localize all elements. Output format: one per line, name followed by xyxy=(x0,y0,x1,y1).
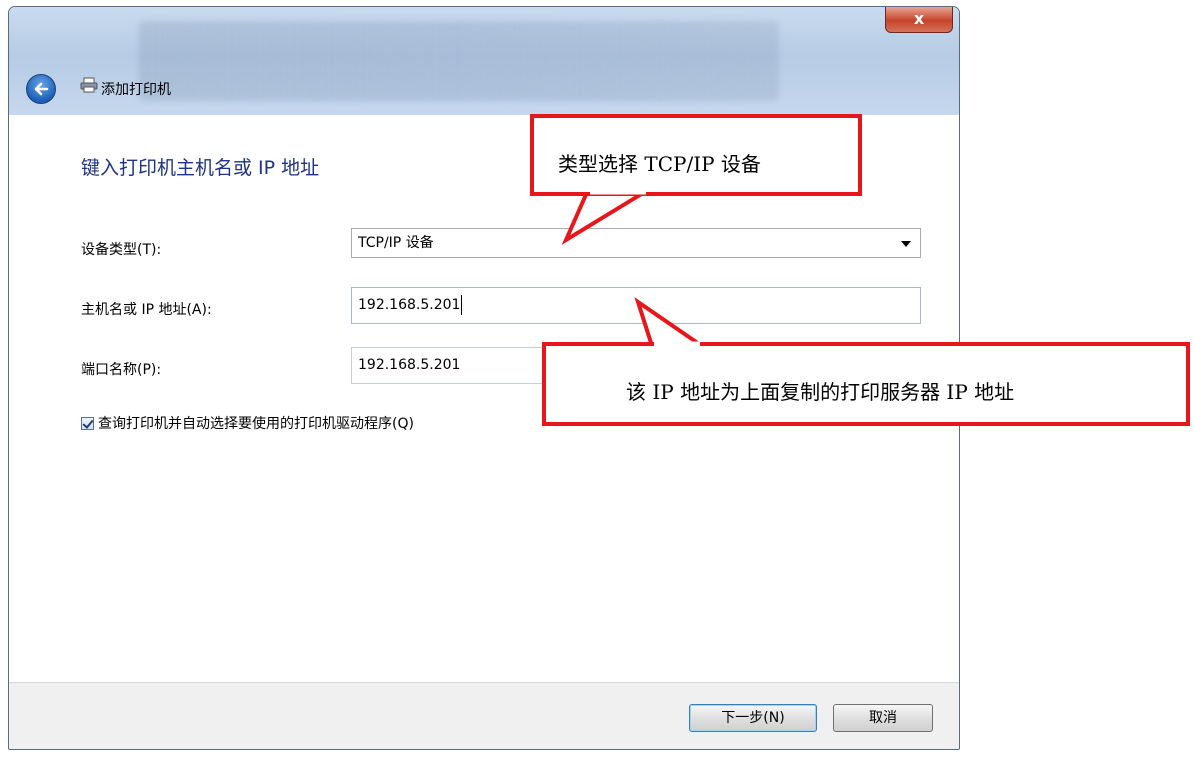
page-heading: 键入打印机主机名或 IP 地址 xyxy=(81,157,320,179)
port-label: 端口名称(P): xyxy=(81,362,162,378)
device-type-select[interactable]: TCP/IP 设备 xyxy=(351,228,921,258)
query-checkbox-label: 查询打印机并自动选择要使用的打印机驱动程序(Q) xyxy=(98,416,414,432)
ip-callout: 该 IP 地址为上面复制的打印服务器 IP 地址 xyxy=(542,342,1190,426)
text-caret xyxy=(461,295,463,315)
host-input-value: 192.168.5.201 xyxy=(358,297,461,313)
back-arrow-icon xyxy=(34,82,49,96)
port-input-value: 192.168.5.201 xyxy=(358,357,461,373)
title-bar: x 添加打印机 xyxy=(9,7,959,115)
close-button[interactable]: x xyxy=(885,7,953,33)
back-button[interactable] xyxy=(26,74,56,104)
footer-divider xyxy=(9,682,959,683)
blurred-address-bar xyxy=(139,21,779,101)
cancel-button[interactable]: 取消 xyxy=(833,704,933,732)
next-button[interactable]: 下一步(N) xyxy=(689,704,817,732)
device-type-value: TCP/IP 设备 xyxy=(358,235,434,251)
device-type-label: 设备类型(T): xyxy=(81,242,162,258)
query-printer-option[interactable]: 查询打印机并自动选择要使用的打印机驱动程序(Q) xyxy=(81,413,414,433)
host-input[interactable]: 192.168.5.201 xyxy=(351,287,921,324)
dropdown-arrow-icon xyxy=(901,241,911,247)
checkbox-check-icon[interactable] xyxy=(81,417,94,430)
close-icon: x xyxy=(913,9,925,28)
printer-icon xyxy=(80,77,98,93)
type-callout: 类型选择 TCP/IP 设备 xyxy=(530,114,862,196)
host-label: 主机名或 IP 地址(A): xyxy=(81,302,212,318)
ip-callout-text: 该 IP 地址为上面复制的打印服务器 IP 地址 xyxy=(626,380,1015,404)
window-title: 添加打印机 xyxy=(101,82,171,98)
type-callout-text: 类型选择 TCP/IP 设备 xyxy=(558,152,761,176)
